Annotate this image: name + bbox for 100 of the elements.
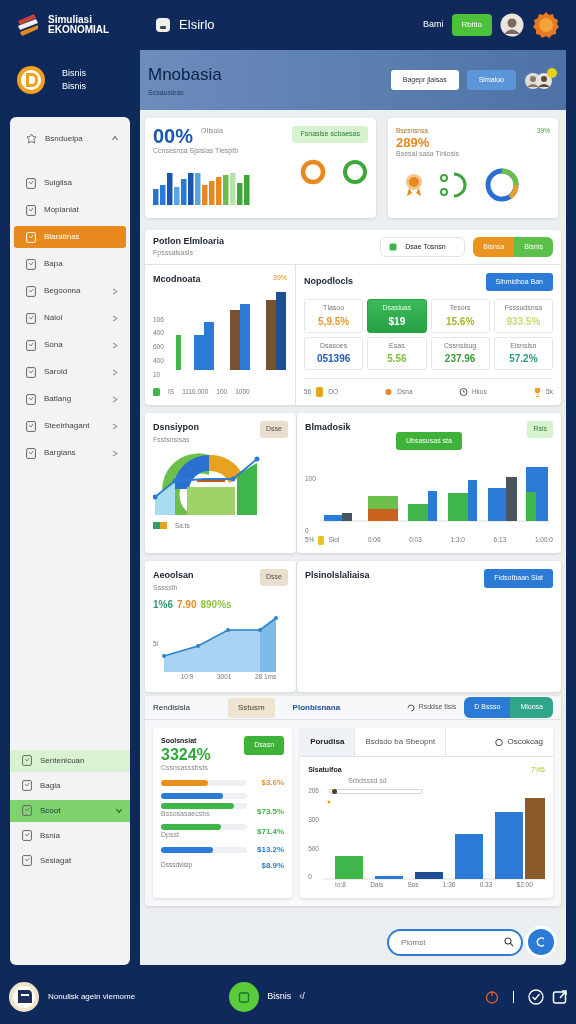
brand-title: Simuliasi <box>48 15 93 25</box>
point <box>274 616 279 620</box>
panel-title: Rendisisla <box>153 701 190 714</box>
card-title: Dsnsiypon <box>153 421 199 434</box>
sidebar-item[interactable]: Steeirhagant <box>14 415 126 437</box>
logo-icon <box>16 13 40 37</box>
sidebar-item[interactable]: Moplaniat <box>14 199 126 221</box>
tab[interactable]: Porudisa <box>300 728 356 757</box>
bar <box>495 812 523 880</box>
sidebar-item[interactable]: Begoonna <box>14 280 126 302</box>
badge-icon <box>532 11 560 39</box>
bar <box>229 310 240 370</box>
award-icon <box>404 173 424 198</box>
document-icon <box>22 755 32 766</box>
point <box>258 628 263 632</box>
stat-value: 15.6% <box>444 314 476 329</box>
donut-chart-drawing <box>484 167 520 204</box>
power-icon <box>485 990 499 1004</box>
progress-value: $3.6% <box>261 777 285 790</box>
chevron-icon <box>112 341 118 349</box>
stat-figure: 1%6 <box>153 598 173 612</box>
bar <box>265 300 276 370</box>
document-icon <box>26 393 36 405</box>
point <box>230 476 236 482</box>
document-icon <box>26 420 36 432</box>
export-icon <box>552 989 568 1005</box>
progress-value: $73.5% <box>257 805 285 818</box>
point <box>196 644 201 648</box>
bar <box>187 487 235 515</box>
sidebar-item[interactable]: Bargians <box>14 442 126 464</box>
stat-figure: 890%s <box>200 598 232 612</box>
connector-icon <box>440 172 468 199</box>
stat-value: 933.5% <box>505 314 542 329</box>
bar <box>367 509 398 521</box>
home-button[interactable] <box>229 982 260 1012</box>
point <box>254 456 260 462</box>
bar <box>367 496 398 509</box>
chevron-icon <box>112 135 118 142</box>
footer-label: Bisnis <box>267 990 292 1004</box>
legend-swatch-icon <box>153 388 160 397</box>
chevron-icon <box>112 314 118 322</box>
progress-value: $13.2% <box>257 844 285 857</box>
tab[interactable]: Bsdsdo ba Sbeopnt <box>355 728 447 757</box>
stat-value: 051396 <box>315 352 352 366</box>
point <box>172 478 178 484</box>
point <box>153 494 158 500</box>
document-icon <box>26 258 36 270</box>
bar <box>335 856 363 880</box>
progress-value: $71.4% <box>257 826 285 838</box>
stat-figure: 7.90 <box>177 598 197 612</box>
document-icon <box>26 366 36 378</box>
sidebar-item[interactable]: Naiol <box>14 307 126 329</box>
point <box>162 654 167 658</box>
bar <box>415 872 443 880</box>
panel-title: Potlon Elmloaria <box>153 234 224 248</box>
sidebar-item[interactable]: Sona <box>14 334 126 356</box>
logo-icon <box>16 65 46 95</box>
chevron-icon <box>112 287 118 295</box>
point <box>327 800 331 804</box>
check-circle-icon <box>528 989 544 1005</box>
chart-title: Nopodlocls <box>304 275 353 288</box>
sidebar-item[interactable]: Sentenicuan <box>10 749 130 772</box>
sidebar-item[interactable]: Bagia <box>10 774 130 797</box>
bar <box>203 322 214 370</box>
slider-thumb[interactable] <box>331 789 337 795</box>
footer-mark: ‹/ <box>299 990 305 1004</box>
calendar-icon <box>389 242 398 251</box>
sidebar-item[interactable]: Bsnia <box>10 824 130 847</box>
tab[interactable]: Plonbisnana <box>282 697 351 718</box>
stat-value: 00% <box>153 126 194 146</box>
sidebar-item[interactable]: Batlang <box>14 388 126 410</box>
stat-value: $19 <box>387 314 407 329</box>
sidebar-item[interactable]: Bapa <box>14 253 126 275</box>
bar <box>175 335 181 370</box>
stat-value: 237.96 <box>443 352 477 366</box>
action-button[interactable]: Oscokcag <box>485 728 553 757</box>
footer-text: Nonulisk agein vlemome <box>48 991 136 1003</box>
clock-icon <box>458 387 468 397</box>
brand-name: Bisnis <box>62 80 86 93</box>
sidebar-item[interactable]: Sarold <box>14 361 126 383</box>
undo-icon <box>406 703 415 712</box>
progress-value: $8.9% <box>261 860 285 873</box>
stat-value: 57.2% <box>508 352 539 366</box>
dot-icon <box>384 387 394 397</box>
document-icon <box>22 780 32 791</box>
sidebar-item[interactable]: Scoot <box>10 799 130 822</box>
chevron-icon <box>112 422 118 430</box>
tab[interactable]: Sstusm <box>227 697 275 718</box>
bar <box>193 335 204 370</box>
document-icon <box>26 447 36 459</box>
sidebar-item[interactable]: Sulgiisa <box>14 172 126 194</box>
sidebar-item[interactable]: Sesiagat <box>10 849 130 872</box>
chevron-icon <box>112 368 118 376</box>
chevron-icon <box>116 807 122 814</box>
info-icon <box>495 737 504 747</box>
tag-icon <box>315 387 325 397</box>
document-icon <box>26 312 36 324</box>
refresh-button[interactable] <box>525 926 557 958</box>
sidebar-group[interactable]: Bsnduelpa <box>14 127 126 150</box>
stat-value: 5.56 <box>386 352 408 366</box>
